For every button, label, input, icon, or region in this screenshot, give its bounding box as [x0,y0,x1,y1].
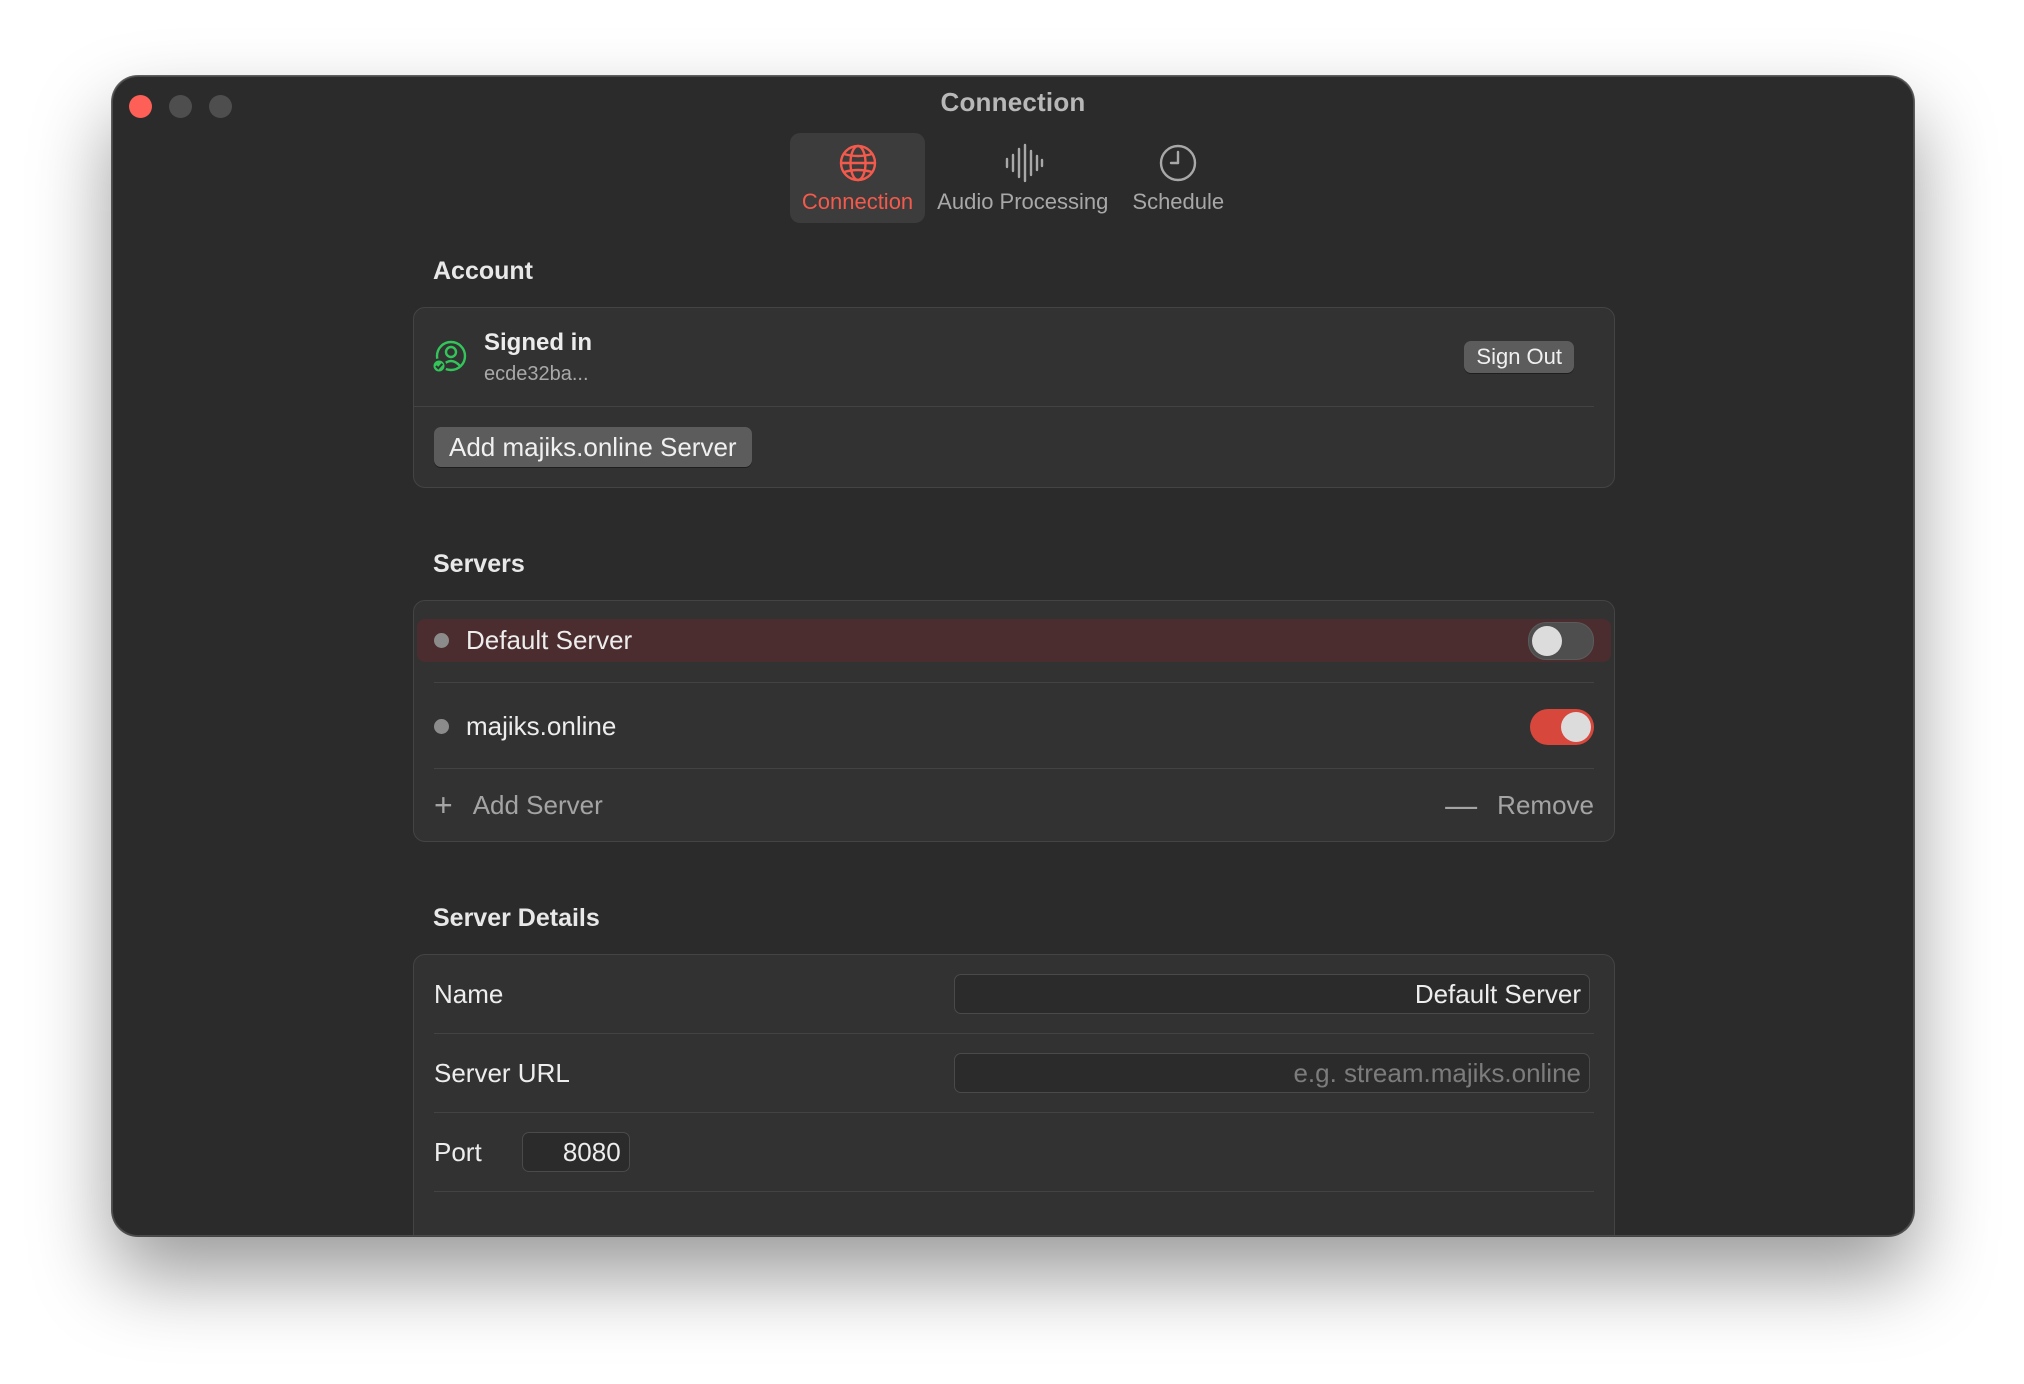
port-label: Port [434,1136,482,1167]
toggle-knob [1532,625,1562,656]
account-section-title: Account [433,257,533,285]
remove-server-button[interactable]: Remove [1497,790,1594,821]
name-row: Name [414,955,1614,1033]
account-user-id: ecde32ba... [484,362,589,385]
server-status-dot [434,719,449,734]
servers-box: Default Server majiks.online + Add Serve… [413,600,1615,842]
tab-audio-processing-label: Audio Processing [937,189,1109,214]
account-status-row: Signed in ecde32ba... Sign Out [414,308,1594,407]
servers-section-title: Servers [433,550,525,578]
server-status-dot [434,633,449,648]
sign-out-button[interactable]: Sign Out [1464,341,1574,373]
add-server-button[interactable]: Add Server [473,790,603,821]
connection-settings: Account Signed in ecde32ba... Sign Out A… [413,257,1615,1235]
server-list-actions: + Add Server — Remove [414,769,1614,841]
plus-icon[interactable]: + [434,789,453,821]
account-box: Signed in ecde32ba... Sign Out Add majik… [413,307,1615,488]
add-majiks-server-button[interactable]: Add majiks.online Server [434,427,752,467]
tab-connection[interactable]: Connection [789,133,926,223]
waveform-icon [1005,143,1043,183]
server-enabled-toggle[interactable] [1528,621,1594,660]
globe-icon [839,144,876,182]
clock-icon [1160,144,1197,182]
account-actions: Add majiks.online Server [414,407,1614,487]
window-title: Connection [940,87,1086,117]
server-row-majiks[interactable]: majiks.online [417,705,1611,748]
server-url-row: Server URL [414,1034,1614,1112]
settings-window: Connection Connection Audio Processing S… [112,76,1914,1236]
account-status: Signed in [484,328,592,356]
server-details-section-title: Server Details [433,904,600,932]
toggle-knob [1561,711,1591,742]
server-url-label: Server URL [434,1057,570,1088]
server-name-field[interactable] [954,974,1590,1014]
preferences-toolbar: Connection Audio Processing Schedule [113,133,1913,223]
account-info: Signed in ecde32ba... [484,329,1464,386]
server-details-box: Name Server URL Port [413,954,1615,1235]
server-enabled-toggle[interactable] [1530,708,1594,745]
server-name: Default Server [466,625,633,655]
tab-schedule-label: Schedule [1132,189,1225,214]
port-field[interactable] [521,1132,630,1172]
tab-audio-processing[interactable]: Audio Processing [925,133,1120,223]
server-url-field[interactable] [954,1053,1590,1093]
name-label: Name [434,978,504,1009]
server-name: majiks.online [466,711,617,741]
minus-icon[interactable]: — [1445,789,1477,821]
tab-schedule[interactable]: Schedule [1120,133,1236,223]
tab-connection-label: Connection [801,189,914,214]
divider [434,1191,1594,1192]
port-row: Port [414,1113,1614,1191]
server-row-default[interactable]: Default Server [417,619,1611,662]
person-check-icon [431,340,467,374]
divider [434,682,1594,683]
